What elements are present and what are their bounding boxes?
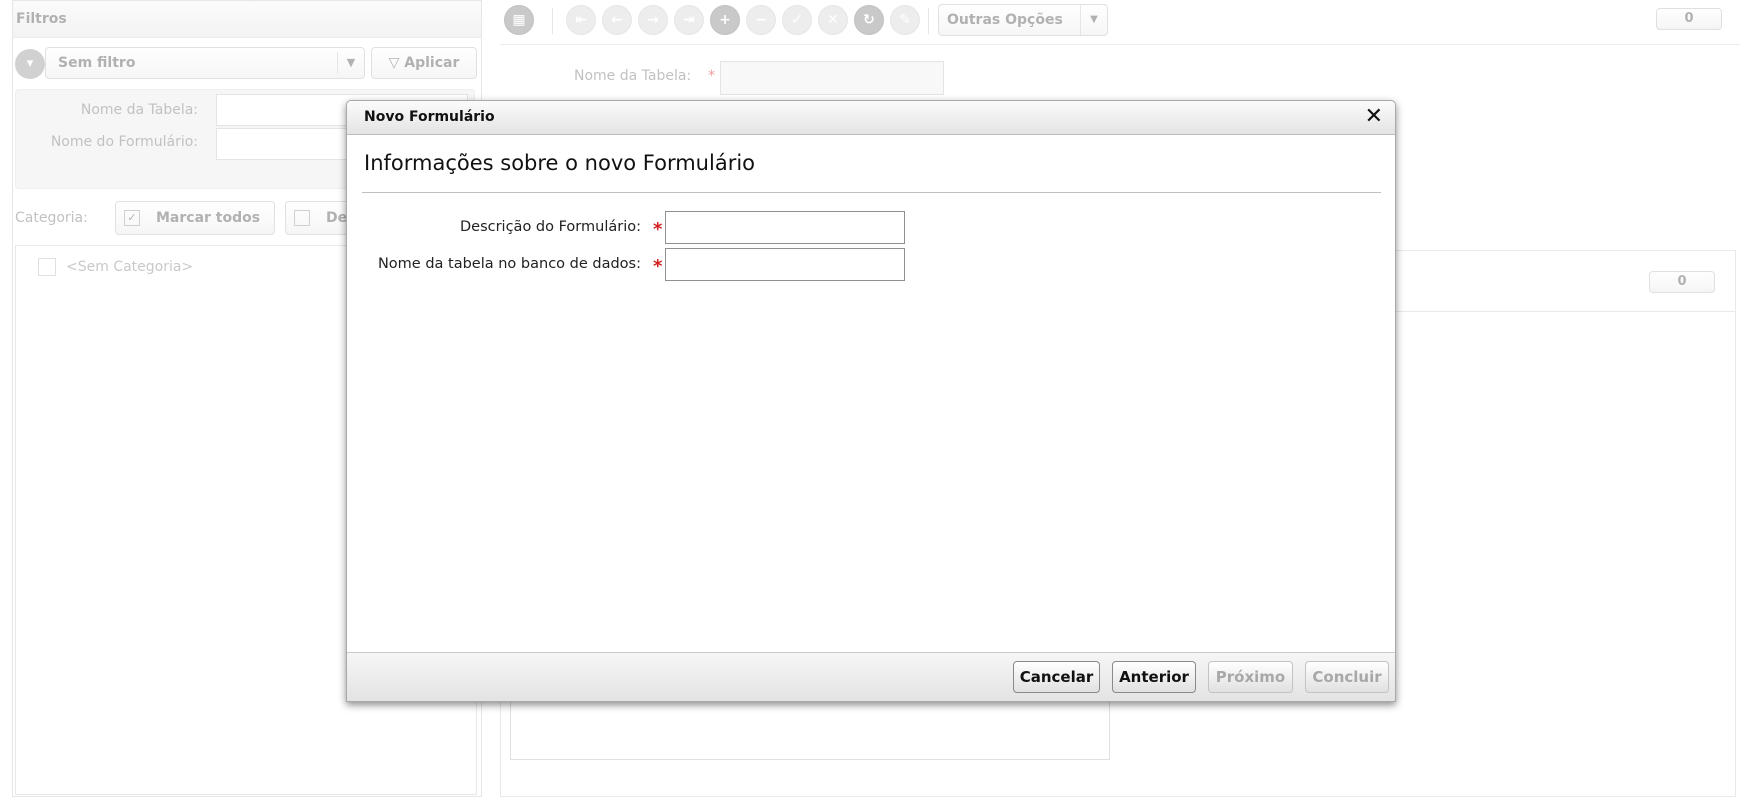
form-description-input[interactable] [665, 211, 905, 244]
edit-icon[interactable]: ✎ [890, 5, 920, 35]
previous-record-icon[interactable]: ← [602, 5, 632, 35]
select-all-button[interactable]: ✓ Marcar todos [115, 201, 275, 235]
db-table-name-label: Nome da tabela no banco de dados: [377, 256, 641, 272]
dialog-titlebar: Novo Formulário ✕ [347, 101, 1395, 135]
filter-row: ▾ Sem filtro ▼ ▽ Aplicar [15, 47, 477, 79]
other-options-label: Outras Opções [947, 12, 1063, 28]
form-description-label: Descrição do Formulário: [459, 219, 641, 235]
divider [362, 192, 1381, 193]
next-button[interactable]: Próximo [1208, 661, 1293, 693]
form-name-filter-label: Nome do Formulário: [50, 134, 198, 150]
refresh-icon[interactable]: ↻ [854, 5, 884, 35]
finish-button[interactable]: Concluir [1305, 661, 1389, 693]
filter-select[interactable]: Sem filtro ▼ [45, 47, 365, 79]
category-label: Categoria: [15, 210, 88, 226]
cancel-icon[interactable]: ✕ [818, 5, 848, 35]
minus-icon[interactable]: − [746, 5, 776, 35]
table-name-input[interactable] [720, 61, 944, 95]
toolbar-separator [552, 8, 553, 34]
list-counter: 0 [1649, 271, 1715, 293]
chevron-down-icon: ▼ [337, 52, 364, 74]
checked-box-icon: ✓ [124, 210, 140, 226]
first-record-icon[interactable]: ⇤ [566, 5, 596, 35]
deselect-all-label: De [326, 210, 348, 226]
next-record-icon[interactable]: → [638, 5, 668, 35]
previous-button[interactable]: Anterior [1112, 661, 1196, 693]
checkbox[interactable] [38, 258, 56, 276]
table-name-filter-label: Nome da Tabela: [80, 102, 198, 118]
required-mark: * [708, 68, 715, 84]
toolbar: ▦ ⇤ ← → ⇥ + − ✓ ✕ ↻ ✎ Outras Opções ▼ 0 [500, 0, 1740, 45]
apply-filter-label: Aplicar [404, 55, 460, 71]
category-item[interactable]: <Sem Categoria> [38, 258, 193, 276]
db-table-name-input[interactable] [665, 248, 905, 281]
filter-icon[interactable]: ▾ [15, 49, 45, 79]
funnel-icon: ▽ [388, 55, 405, 71]
toolbar-separator [928, 8, 929, 34]
last-record-icon[interactable]: ⇥ [674, 5, 704, 35]
cancel-button[interactable]: Cancelar [1013, 661, 1100, 693]
category-item-label: <Sem Categoria> [66, 259, 194, 275]
chevron-down-icon: ▼ [1080, 5, 1107, 35]
dialog-heading: Informações sobre o novo Formulário [364, 151, 756, 175]
dialog-footer: Cancelar Anterior Próximo Concluir [347, 652, 1395, 701]
empty-box-icon [294, 210, 310, 226]
close-icon[interactable]: ✕ [1365, 104, 1383, 130]
table-name-label: Nome da Tabela: [574, 68, 692, 84]
page: Filtros ▾ Sem filtro ▼ ▽ Aplicar Nome da… [0, 0, 1740, 801]
plus-icon[interactable]: + [710, 5, 740, 35]
required-mark: * [653, 219, 663, 240]
check-icon[interactable]: ✓ [782, 5, 812, 35]
new-form-dialog: Novo Formulário ✕ Informações sobre o no… [346, 100, 1396, 702]
dialog-title: Novo Formulário [364, 109, 495, 125]
other-options-button[interactable]: Outras Opções ▼ [938, 4, 1108, 36]
select-all-label: Marcar todos [156, 210, 261, 226]
grid-icon[interactable]: ▦ [504, 5, 534, 35]
filter-select-value: Sem filtro [58, 55, 136, 71]
filters-title: Filtros [13, 1, 481, 38]
record-counter: 0 [1656, 8, 1722, 30]
apply-filter-button[interactable]: ▽ Aplicar [371, 47, 477, 79]
required-mark: * [653, 256, 663, 277]
